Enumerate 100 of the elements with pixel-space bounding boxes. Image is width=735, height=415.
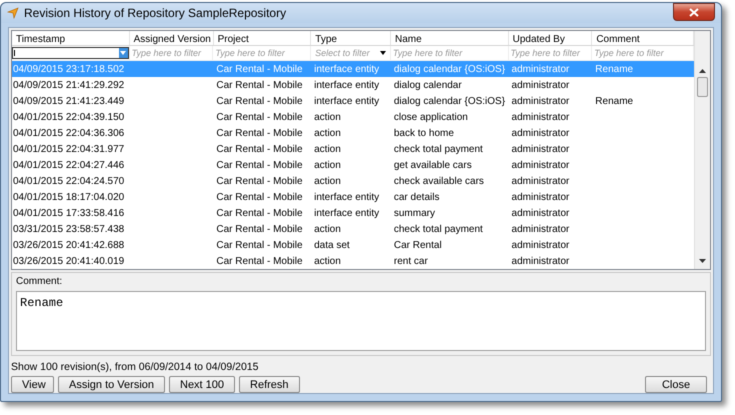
table-cell: 04/09/2015 23:17:18.502	[13, 64, 124, 74]
table-cell: dialog calendar	[394, 80, 462, 90]
table-cell: Car Rental	[394, 240, 442, 250]
comment-label: Comment:	[16, 276, 64, 287]
table-cell: action	[314, 128, 341, 138]
table-cell: action	[314, 176, 341, 186]
table-cell: check total payment	[394, 224, 483, 234]
table-cell: Car Rental - Mobile	[216, 112, 303, 122]
table-cell: Car Rental - Mobile	[216, 176, 303, 186]
filter-combo[interactable]	[12, 47, 129, 59]
scrollbar[interactable]	[694, 31, 710, 269]
table-row[interactable]: 03/31/2015 23:58:57.438 Car Rental - Mobile action check total payment administrator	[12, 221, 694, 237]
table-row[interactable]: 03/26/2015 20:41:42.688 Car Rental - Mobile data set Car Rental administrator	[12, 237, 694, 253]
table-cell: administrator	[512, 64, 570, 74]
table-cell: data set	[314, 240, 350, 250]
table-cell: Car Rental - Mobile	[216, 128, 303, 138]
table-cell: 03/26/2015 20:41:42.688	[13, 240, 124, 250]
status-text: Show 100 revision(s), from 06/09/2014 to 04/09/2015	[11, 361, 260, 373]
table-cell: 04/01/2015 22:04:24.570	[13, 176, 124, 186]
table-cell: back to home	[394, 128, 454, 138]
table-cell: summary	[394, 208, 435, 218]
table-cell: check total payment	[394, 144, 483, 154]
table-cell: car details	[394, 192, 440, 202]
table-cell: 04/01/2015 18:17:04.020	[13, 192, 124, 202]
table-cell: administrator	[512, 144, 570, 154]
action-button[interactable]: Assign to Version	[58, 376, 165, 393]
table-cell: administrator	[512, 112, 570, 122]
table-cell: action	[314, 112, 341, 122]
action-button[interactable]: Next 100	[169, 376, 236, 393]
column-header[interactable]: Timestamp	[12, 31, 130, 45]
table-cell: 04/01/2015 17:33:58.416	[13, 208, 124, 218]
table-cell: 04/01/2015 22:04:39.150	[13, 112, 124, 122]
window-title: Revision History of Repository SampleRepository	[24, 6, 288, 20]
table-cell: check available cars	[394, 176, 484, 186]
table-cell: dialog calendar {OS:iOS}	[394, 96, 506, 106]
table-cell: 03/26/2015 20:41:40.019	[13, 256, 124, 266]
action-button[interactable]: View	[11, 376, 54, 393]
table-cell: Car Rental - Mobile	[216, 160, 303, 170]
table-row[interactable]: 04/09/2015 21:41:23.449 Car Rental - Mobile interface entity dialog calendar {OS:iOS} administrator Rename	[12, 93, 694, 109]
column-header[interactable]: Updated By	[508, 31, 592, 45]
table-row[interactable]: 04/01/2015 22:04:39.150 Car Rental - Mobile action close application administrator	[12, 109, 694, 125]
table-cell: interface entity	[314, 208, 380, 218]
table-cell: administrator	[512, 224, 570, 234]
column-header[interactable]: Name	[391, 31, 509, 45]
table-row[interactable]: 04/01/2015 22:04:24.570 Car Rental - Mobile action check available cars administrator	[12, 173, 694, 189]
comment-field[interactable]: Rename	[16, 291, 706, 351]
table-cell: 04/01/2015 22:04:31.977	[13, 144, 124, 154]
table-cell: 04/01/2015 22:04:27.446	[13, 160, 124, 170]
scroll-up-icon	[699, 69, 706, 73]
table-cell: 03/31/2015 23:58:57.438	[13, 224, 124, 234]
table-cell: administrator	[512, 80, 570, 90]
table-cell: dialog calendar {OS:iOS}	[394, 64, 506, 74]
table-cell: Rename	[595, 64, 634, 74]
column-header[interactable]: Type	[311, 31, 391, 45]
column-header[interactable]: Project	[214, 31, 312, 45]
scroll-thumb[interactable]	[697, 77, 708, 97]
column-header[interactable]: Assigned Version	[130, 31, 214, 45]
table-cell: 04/09/2015 21:41:23.449	[13, 96, 124, 106]
table-row[interactable]: 04/01/2015 22:04:31.977 Car Rental - Mobile action check total payment administrator	[12, 141, 694, 157]
table-cell: 04/01/2015 22:04:36.306	[13, 128, 124, 138]
dropdown-icon	[120, 51, 126, 55]
table-cell: Rename	[595, 96, 634, 106]
table-cell: action	[314, 144, 341, 154]
table-row[interactable]: 04/01/2015 17:33:58.416 Car Rental - Mobile interface entity summary administrator	[12, 205, 694, 221]
table-cell: administrator	[512, 192, 570, 202]
table-cell: action	[314, 160, 341, 170]
table-cell: administrator	[512, 128, 570, 138]
table-row[interactable]: 04/01/2015 22:04:27.446 Car Rental - Mobile action get available cars administrator	[12, 157, 694, 173]
table-cell: Car Rental - Mobile	[216, 208, 303, 218]
table-cell: interface entity	[314, 96, 380, 106]
table-cell: interface entity	[314, 80, 380, 90]
table-cell: Car Rental - Mobile	[216, 96, 303, 106]
close-button[interactable]	[673, 3, 715, 21]
table-cell: Car Rental - Mobile	[216, 240, 303, 250]
table-row[interactable]: 04/01/2015 22:04:36.306 Car Rental - Mobile action back to home administrator	[12, 125, 694, 141]
table-cell: interface entity	[314, 192, 380, 202]
close-dialog-button[interactable]: Close	[645, 376, 707, 393]
scroll-down-icon	[699, 259, 706, 263]
table-cell: administrator	[512, 160, 570, 170]
action-button[interactable]: Refresh	[239, 376, 300, 393]
table-cell: Car Rental - Mobile	[216, 192, 303, 202]
table-cell: Car Rental - Mobile	[216, 64, 303, 74]
dropdown-icon	[380, 51, 386, 55]
table-cell: Car Rental - Mobile	[216, 256, 303, 266]
table-cell: administrator	[512, 256, 570, 266]
table-cell: interface entity	[314, 64, 380, 74]
table-cell: administrator	[512, 240, 570, 250]
table-cell: administrator	[512, 176, 570, 186]
table-cell: 04/09/2015 21:41:29.292	[13, 80, 124, 90]
table-cell: action	[314, 256, 341, 266]
close-icon	[689, 8, 699, 16]
table-cell: Car Rental - Mobile	[216, 224, 303, 234]
table-row[interactable]: 03/26/2015 20:41:40.019 Car Rental - Mobile action rent car administrator	[12, 253, 694, 269]
table-cell: close application	[394, 112, 468, 122]
table-row[interactable]: 04/01/2015 18:17:04.020 Car Rental - Mobile interface entity car details administrator	[12, 189, 694, 205]
table-row[interactable]: 04/09/2015 21:41:29.292 Car Rental - Mobile interface entity dialog calendar administrator	[12, 77, 694, 93]
table-cell: administrator	[512, 208, 570, 218]
app-icon	[7, 7, 19, 19]
table-cell: Car Rental - Mobile	[216, 80, 303, 90]
table-cell: Car Rental - Mobile	[216, 144, 303, 154]
